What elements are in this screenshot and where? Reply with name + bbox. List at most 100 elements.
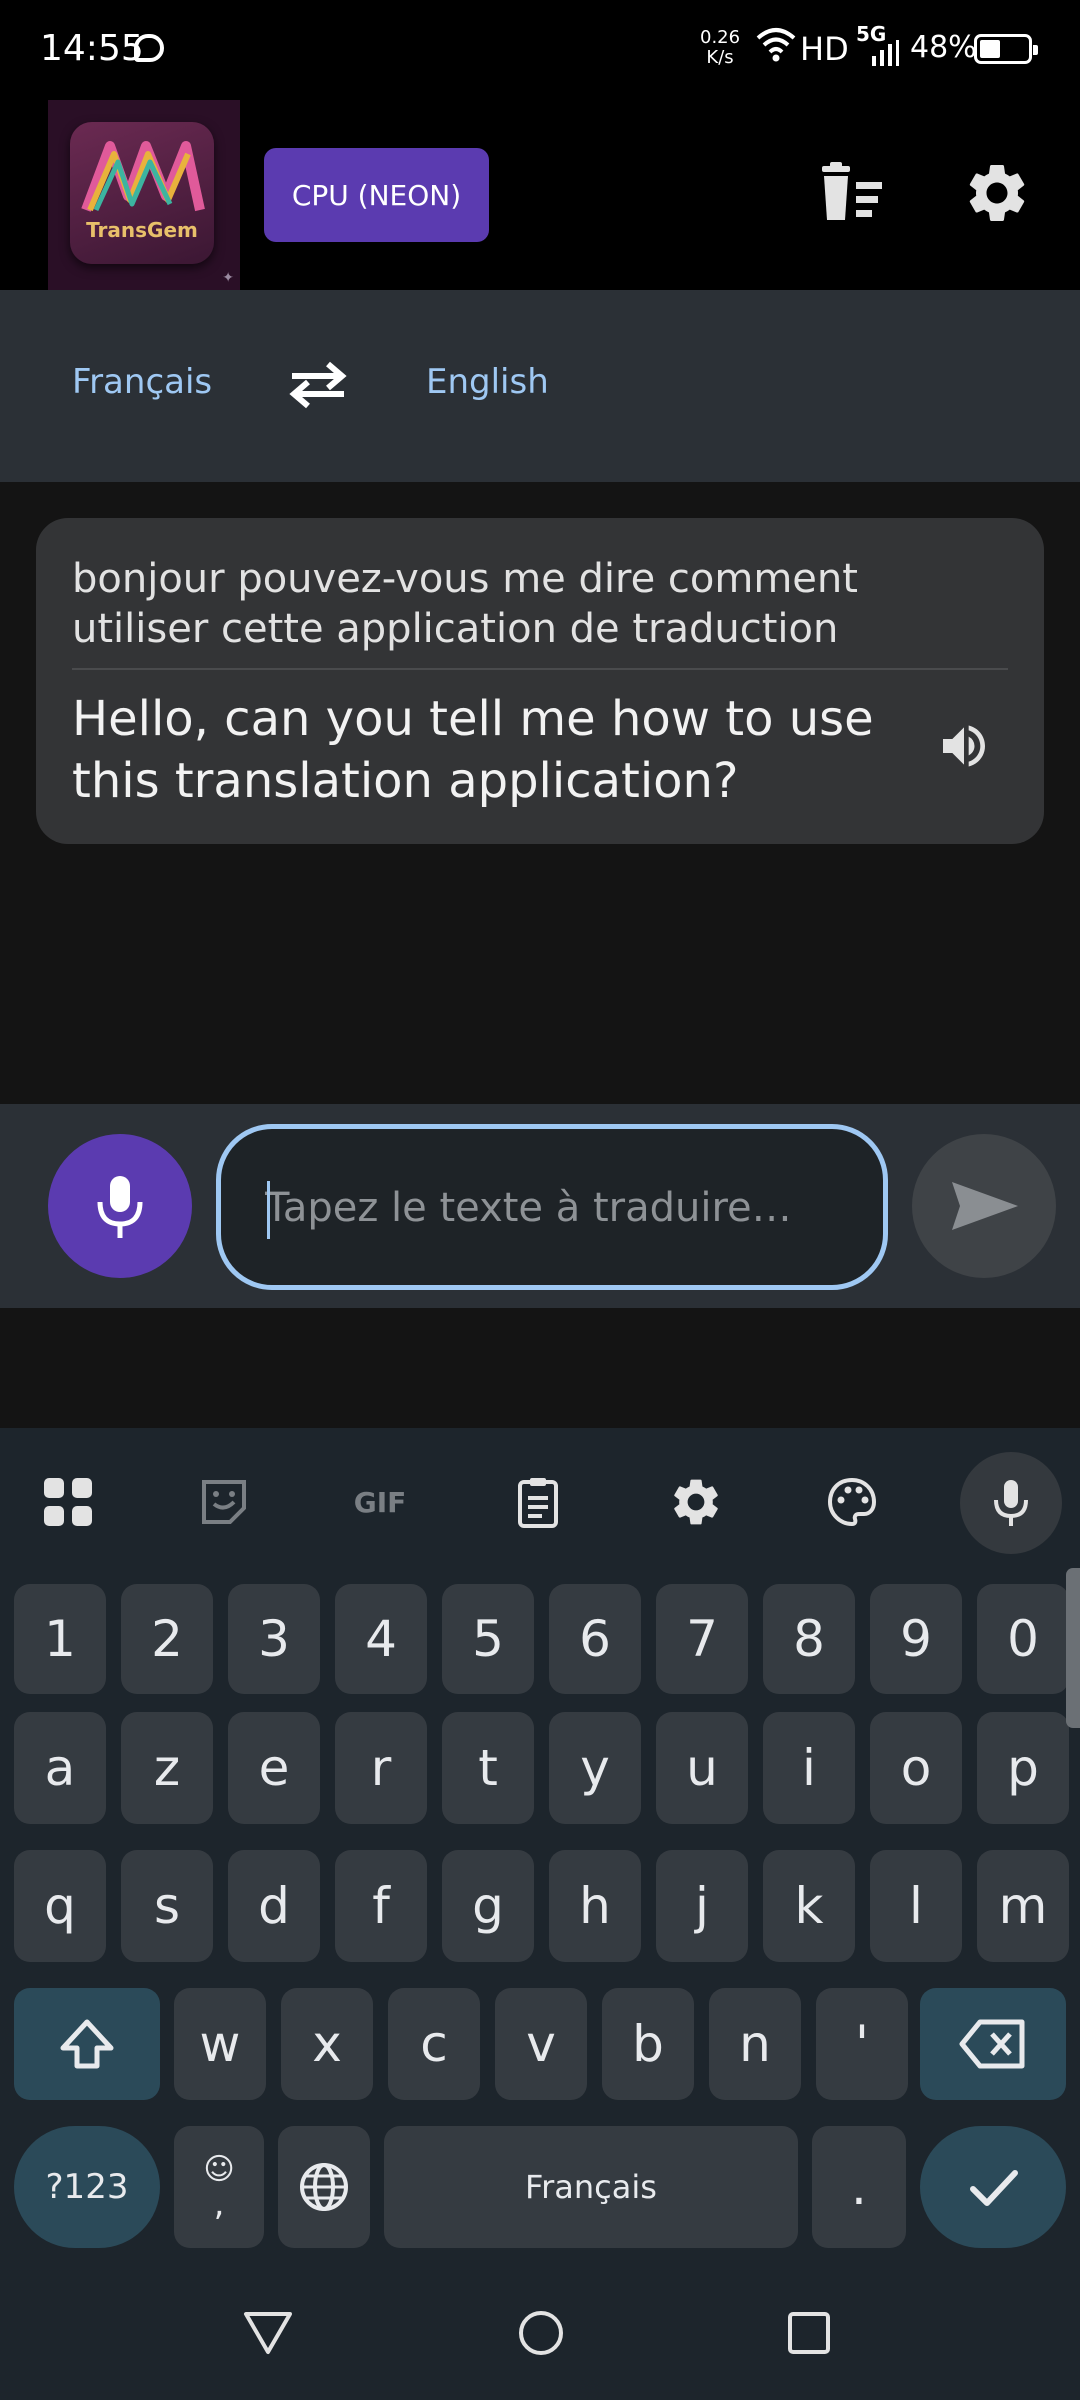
swap-languages-button[interactable] [286,354,350,414]
logo-text: TransGem [86,218,198,242]
letter-key[interactable]: j [656,1850,748,1962]
letter-key[interactable]: z [121,1712,213,1824]
letter-key[interactable]: y [549,1712,641,1824]
keyboard-voice-button[interactable] [960,1452,1062,1554]
letter-key[interactable]: u [656,1712,748,1824]
palette-icon[interactable] [816,1466,888,1538]
source-text: bonjour pouvez-vous me dire comment util… [72,556,858,652]
cpu-backend-chip[interactable]: CPU (NEON) [264,148,489,242]
letter-key[interactable]: f [335,1850,427,1962]
status-time: 14:55 [40,28,144,69]
system-navigation-bar [0,2270,1080,2400]
translated-text: Hello, can you tell me how to use this t… [72,691,874,809]
shift-key[interactable] [14,1988,160,2100]
letter-key[interactable]: r [335,1712,427,1824]
keyboard-resize-handle[interactable] [1066,1568,1080,1728]
comma-label: , [213,2184,225,2224]
period-key[interactable]: . [812,2126,906,2248]
letter-key[interactable]: v [495,1988,587,2100]
number-key[interactable]: 6 [549,1584,641,1694]
letter-key[interactable]: x [281,1988,373,2100]
clear-history-button[interactable] [816,162,886,224]
voice-input-button[interactable] [48,1134,192,1278]
recents-button[interactable] [786,2310,832,2360]
sparkle-icon: ✦ [222,270,234,286]
settings-icon[interactable] [660,1466,732,1538]
gif-icon[interactable]: GIF [344,1466,416,1538]
battery-icon [974,34,1038,64]
target-language-selector[interactable]: English [426,362,549,402]
letter-key[interactable]: b [602,1988,694,2100]
logo-tile: TransGem [70,122,214,264]
apps-grid-icon[interactable] [32,1466,104,1538]
source-language-selector[interactable]: Français [72,362,212,402]
net-speed: 0.26 K/s [700,28,740,68]
language-selector-bar: Français English [0,290,1080,482]
checkmark-icon [970,2170,1018,2206]
number-key[interactable]: 5 [442,1584,534,1694]
number-key[interactable]: 7 [656,1584,748,1694]
letter-key[interactable]: ' [816,1988,908,2100]
clipboard-icon[interactable] [502,1466,574,1538]
letter-key[interactable]: h [549,1850,641,1962]
home-circle-icon [519,2311,563,2355]
symbols-key[interactable]: ?123 [14,2126,160,2248]
backspace-icon [959,2019,1025,2069]
send-icon [952,1182,1018,1230]
space-key[interactable]: Français [384,2126,798,2248]
letter-key[interactable]: e [228,1712,320,1824]
speak-translation-button[interactable] [936,718,992,774]
letter-key[interactable]: w [174,1988,266,2100]
letter-key[interactable]: n [709,1988,801,2100]
letter-key[interactable]: p [977,1712,1069,1824]
backspace-key[interactable] [920,1988,1066,2100]
letter-key[interactable]: o [870,1712,962,1824]
number-key[interactable]: 8 [763,1584,855,1694]
letter-key[interactable]: a [14,1712,106,1824]
speaker-icon [943,725,985,767]
translate-text-input[interactable] [265,1173,865,1243]
letter-key[interactable]: d [228,1850,320,1962]
card-divider [72,668,1008,670]
translation-card: bonjour pouvez-vous me dire comment util… [36,518,1044,844]
number-key[interactable]: 4 [335,1584,427,1694]
app-header: TransGem ✦ CPU (NEON) [0,96,1080,290]
net-speed-unit: K/s [706,47,734,68]
letter-key[interactable]: s [121,1850,213,1962]
status-bar: 14:55 0.26 K/s HD 5G 48% [0,0,1080,96]
letter-key[interactable]: t [442,1712,534,1824]
back-button[interactable] [240,2308,296,2362]
logo-mark-icon [81,141,205,212]
message-notification-icon [134,34,164,62]
globe-icon [300,2163,348,2211]
language-switch-key[interactable] [278,2126,370,2248]
shift-icon [60,2019,114,2069]
number-key[interactable]: 3 [228,1584,320,1694]
enter-key[interactable] [920,2126,1066,2248]
mic-icon [97,1176,143,1238]
emoji-comma-key[interactable]: ☺ , [174,2126,264,2248]
battery-percent: 48% [910,30,977,65]
home-button[interactable] [516,2308,566,2362]
letter-key[interactable]: q [14,1850,106,1962]
wifi-icon [756,28,796,62]
number-key[interactable]: 0 [977,1584,1069,1694]
number-key[interactable]: 9 [870,1584,962,1694]
gear-icon [969,164,1025,221]
net-speed-value: 0.26 [700,27,741,48]
translate-text-field[interactable] [216,1124,888,1290]
mic-icon [994,1480,1028,1526]
letter-key[interactable]: m [977,1850,1069,1962]
letter-key[interactable]: i [763,1712,855,1824]
letter-key[interactable]: k [763,1850,855,1962]
letter-key[interactable]: l [870,1850,962,1962]
soft-keyboard: GIF 1234567890 azertyuiop qsdfghjklm wxcvbn… [0,1428,1080,2400]
send-button[interactable] [912,1134,1056,1278]
letter-key[interactable]: c [388,1988,480,2100]
settings-button[interactable] [962,158,1032,228]
letter-key[interactable]: g [442,1850,534,1962]
sticker-icon[interactable] [188,1466,260,1538]
delete-sweep-icon [822,162,882,220]
number-key[interactable]: 2 [121,1584,213,1694]
number-key[interactable]: 1 [14,1584,106,1694]
